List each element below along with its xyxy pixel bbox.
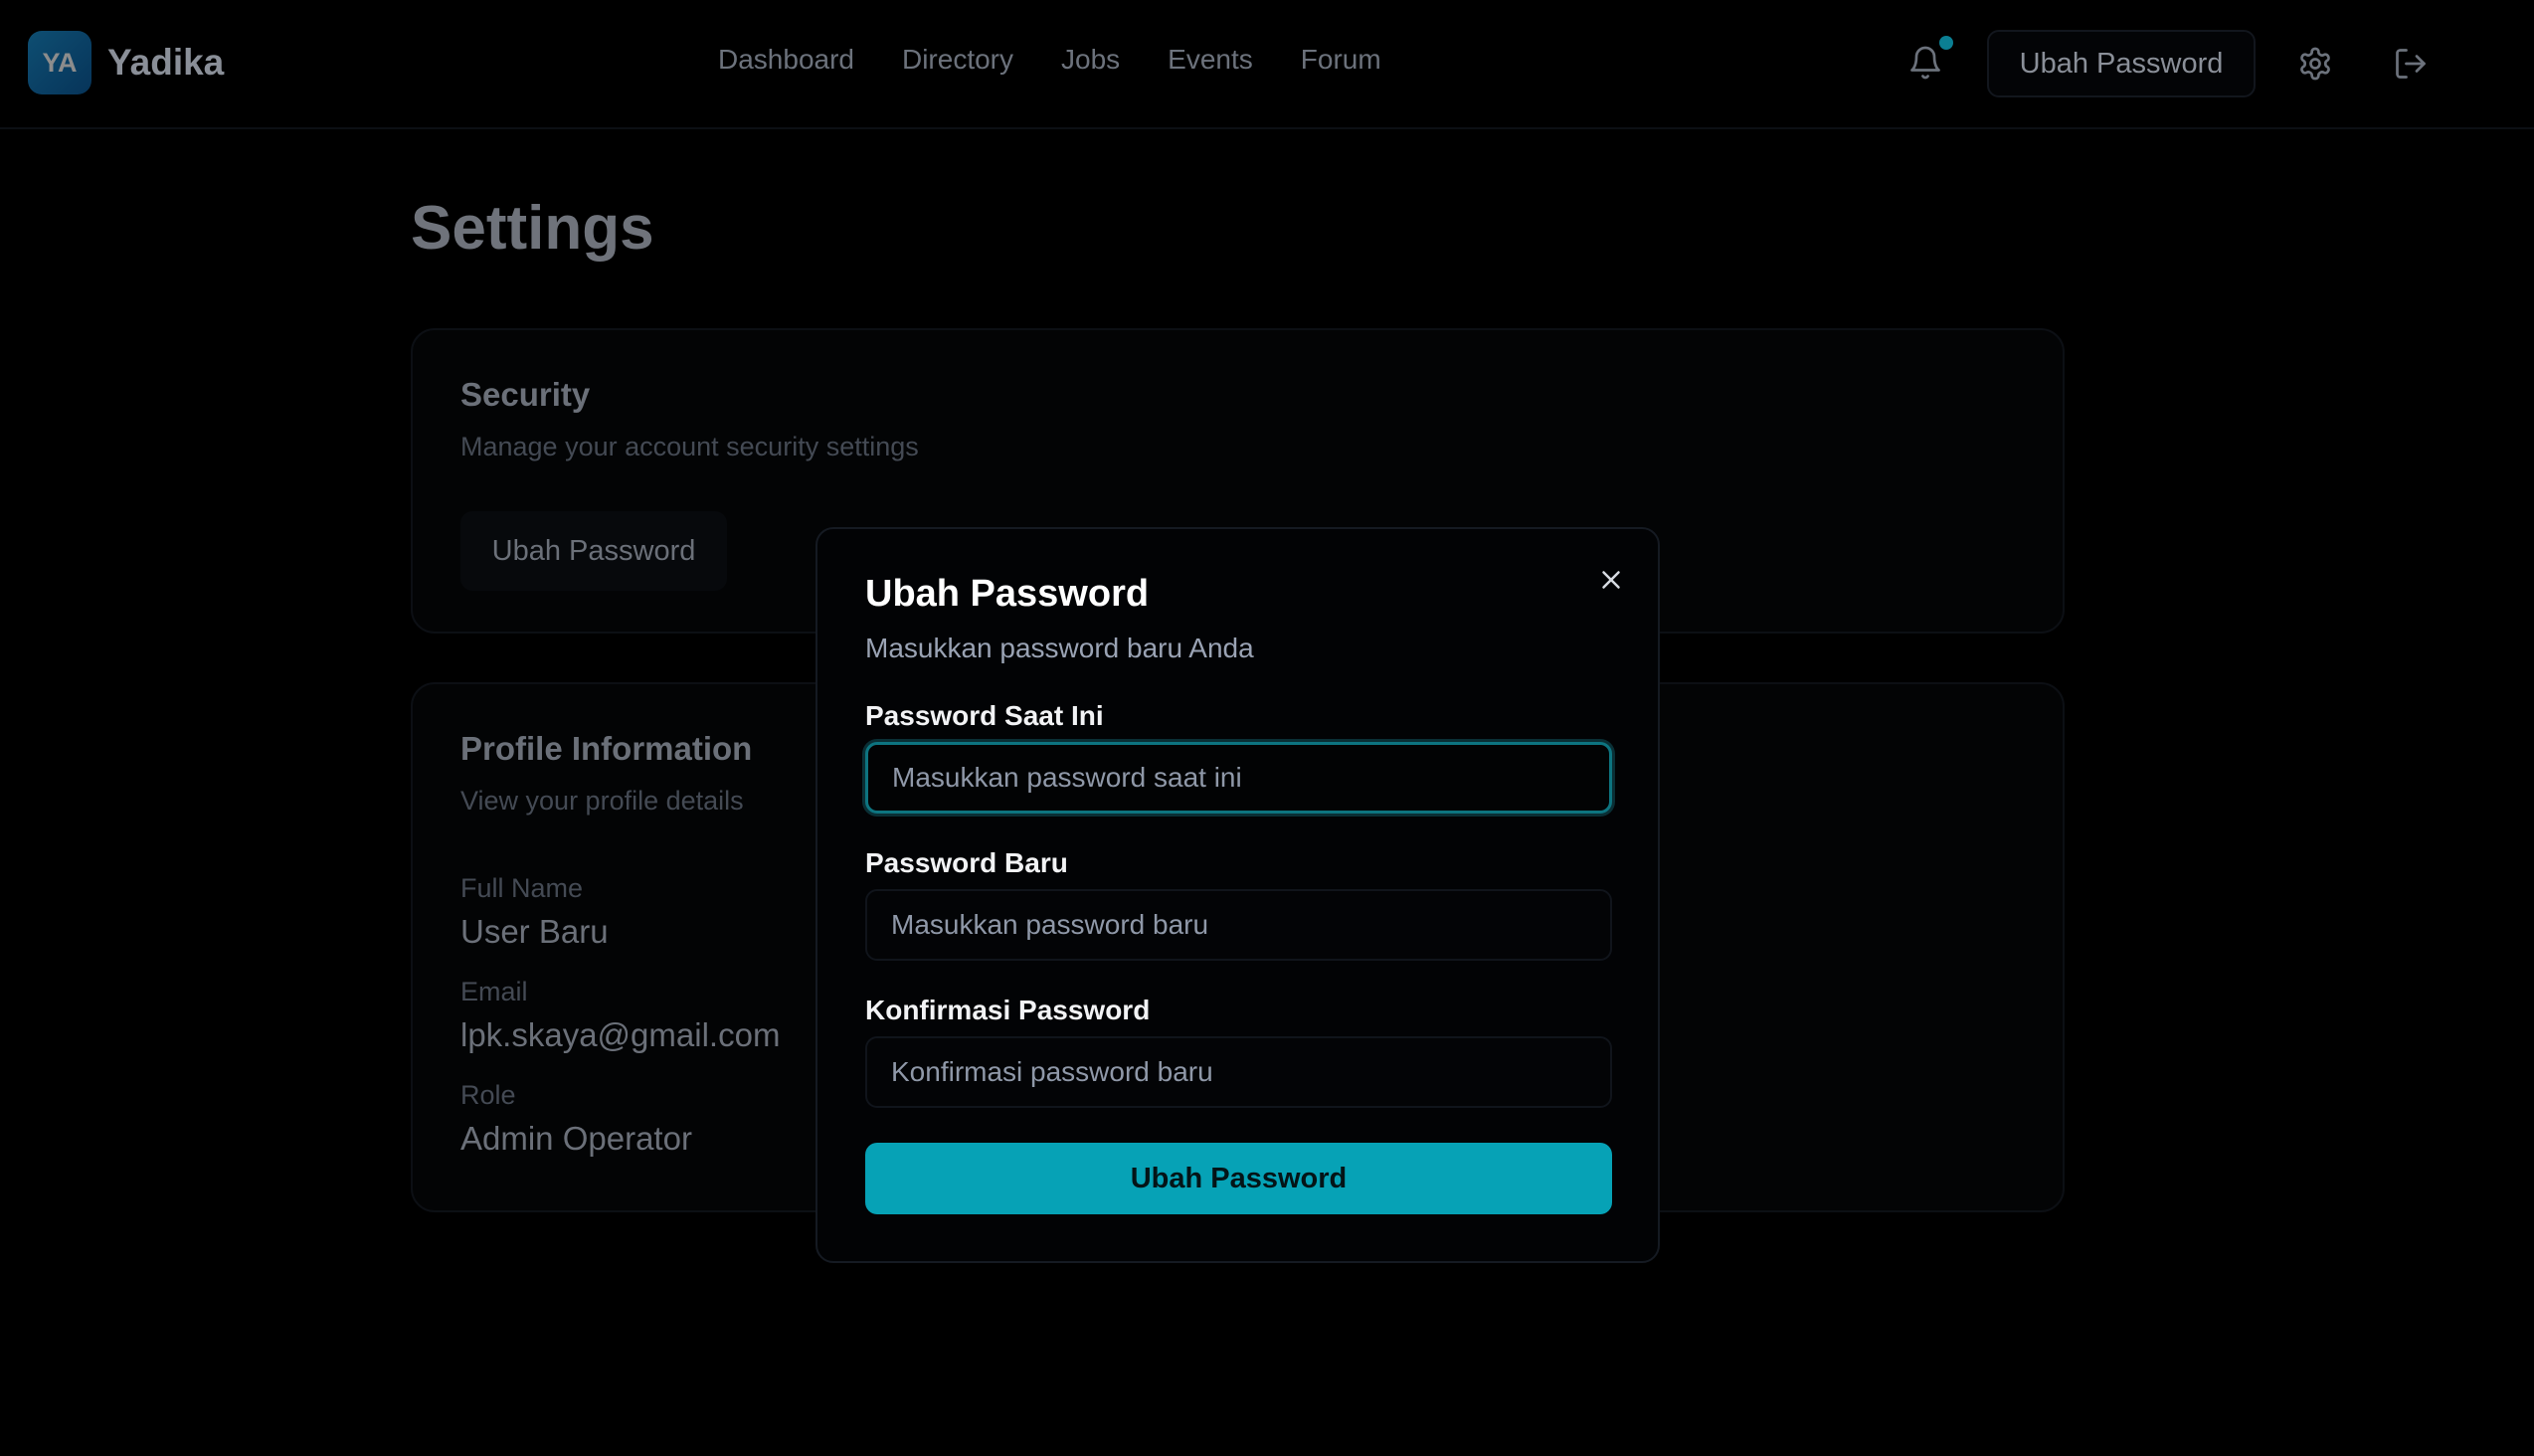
security-subtitle: Manage your account security settings xyxy=(460,432,919,461)
close-icon[interactable] xyxy=(1596,565,1626,595)
full-name-value: User Baru xyxy=(460,913,609,950)
brand-name: Yadika xyxy=(107,42,225,83)
gear-icon[interactable] xyxy=(2297,46,2333,82)
nav-item-forum[interactable]: Forum xyxy=(1301,44,1381,76)
dialog-subtitle: Masukkan password baru Anda xyxy=(865,633,1254,663)
main-nav: Dashboard Directory Jobs Events Forum xyxy=(718,44,1429,76)
brand[interactable]: YA Yadika xyxy=(28,31,224,94)
brand-logo: YA xyxy=(28,31,91,94)
full-name-label: Full Name xyxy=(460,873,584,903)
current-password-label: Password Saat Ini xyxy=(865,700,1104,731)
nav-item-events[interactable]: Events xyxy=(1168,44,1253,76)
bell-icon[interactable] xyxy=(1907,44,1943,82)
profile-subtitle: View your profile details xyxy=(460,786,744,816)
role-label: Role xyxy=(460,1080,516,1110)
top-change-password-button[interactable]: Ubah Password xyxy=(1987,30,2256,97)
security-change-password-button[interactable]: Ubah Password xyxy=(460,511,727,591)
security-title: Security xyxy=(460,376,591,413)
page-title: Settings xyxy=(411,194,654,263)
new-password-input[interactable] xyxy=(865,889,1612,961)
current-password-input[interactable] xyxy=(865,742,1612,814)
logout-icon[interactable] xyxy=(2393,46,2429,82)
role-value: Admin Operator xyxy=(460,1120,692,1157)
email-label: Email xyxy=(460,977,528,1006)
confirm-password-input[interactable] xyxy=(865,1036,1612,1108)
change-password-dialog: Ubah Password Masukkan password baru And… xyxy=(815,527,1660,1263)
new-password-label: Password Baru xyxy=(865,847,1068,878)
email-value: lpk.skaya@gmail.com xyxy=(460,1016,781,1053)
notification-dot xyxy=(1939,36,1953,50)
nav-item-directory[interactable]: Directory xyxy=(902,44,1013,76)
profile-title: Profile Information xyxy=(460,730,753,767)
submit-change-password-button[interactable]: Ubah Password xyxy=(865,1143,1612,1214)
top-navigation: YA Yadika Dashboard Directory Jobs Event… xyxy=(0,0,2534,129)
dialog-title: Ubah Password xyxy=(865,573,1150,615)
confirm-password-label: Konfirmasi Password xyxy=(865,995,1151,1025)
nav-item-dashboard[interactable]: Dashboard xyxy=(718,44,854,76)
nav-item-jobs[interactable]: Jobs xyxy=(1061,44,1120,76)
